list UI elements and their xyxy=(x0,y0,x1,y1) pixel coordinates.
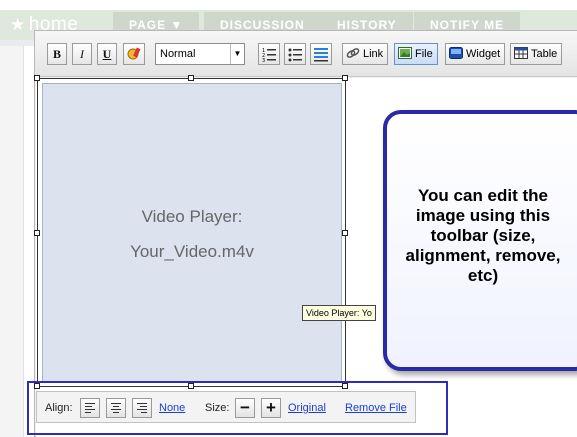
image-toolbar: Align: None Size: − + Original Remove Fi… xyxy=(36,391,416,423)
resize-handle[interactable] xyxy=(342,230,348,236)
align-right-icon xyxy=(137,403,147,414)
video-filename: Your_Video.m4v xyxy=(130,242,254,261)
resize-handle[interactable] xyxy=(342,75,348,81)
chevron-down-icon[interactable]: ▼ xyxy=(230,44,244,64)
callout-text: You can edit the image using this toolba… xyxy=(405,186,561,285)
indent-icon xyxy=(314,48,328,62)
link-button[interactable]: Link xyxy=(342,43,389,65)
annotation-callout: You can edit the image using this toolba… xyxy=(383,110,577,371)
widget-button-label: Widget xyxy=(466,48,501,60)
svg-text:3: 3 xyxy=(262,58,265,62)
align-right-button[interactable] xyxy=(132,398,152,418)
text-color-button[interactable] xyxy=(123,43,145,65)
format-select[interactable]: Normal ▼ xyxy=(155,43,245,65)
align-left-button[interactable] xyxy=(80,398,100,418)
italic-button[interactable]: I xyxy=(72,43,92,65)
text-color-icon xyxy=(127,47,141,60)
link-button-label: Link xyxy=(363,48,384,60)
size-label: Size: xyxy=(205,402,230,414)
resize-handle[interactable] xyxy=(34,75,40,81)
original-size-link[interactable]: Original xyxy=(288,402,326,414)
file-button[interactable]: File xyxy=(394,43,438,65)
link-icon xyxy=(346,48,360,58)
indent-button[interactable] xyxy=(310,43,332,65)
video-player-placeholder[interactable]: Video Player: Your_Video.m4v xyxy=(42,83,342,383)
bullet-list-button[interactable] xyxy=(284,43,306,65)
table-icon xyxy=(514,47,528,59)
left-sidebar xyxy=(0,46,24,437)
top-strip xyxy=(0,0,577,10)
table-button[interactable]: Table xyxy=(510,43,563,65)
format-select-value: Normal xyxy=(160,48,196,60)
video-player-title: Video Player: xyxy=(141,207,243,226)
align-left-icon xyxy=(85,403,95,414)
widget-button[interactable]: Widget xyxy=(445,43,506,65)
remove-file-link[interactable]: Remove File xyxy=(345,402,407,414)
align-center-button[interactable] xyxy=(106,398,126,418)
image-file-icon xyxy=(398,47,412,59)
star-icon: ★ xyxy=(10,15,26,34)
resize-handle[interactable] xyxy=(34,230,40,236)
tooltip: Video Player: Yo xyxy=(302,305,376,321)
numbered-list-icon: 1 2 3 xyxy=(262,48,276,64)
align-label: Align: xyxy=(45,402,73,414)
table-button-label: Table xyxy=(531,48,558,60)
image-toolbar-highlight: Align: None Size: − + Original Remove Fi… xyxy=(27,381,448,435)
increase-size-button[interactable]: + xyxy=(261,398,281,418)
bold-button[interactable]: B xyxy=(47,43,67,65)
numbered-list-button[interactable]: 1 2 3 xyxy=(258,43,280,65)
align-none-link[interactable]: None xyxy=(159,402,185,414)
underline-button[interactable]: U xyxy=(97,43,117,65)
resize-handle[interactable] xyxy=(188,75,194,81)
bullet-list-icon xyxy=(288,48,302,62)
editor-toolbar: B I U Normal ▼ 1 2 3 Link File Widget Ta… xyxy=(35,31,577,77)
widget-icon xyxy=(449,47,463,59)
file-button-label: File xyxy=(415,48,433,60)
align-center-icon xyxy=(111,403,121,414)
decrease-size-button[interactable]: − xyxy=(235,398,255,418)
